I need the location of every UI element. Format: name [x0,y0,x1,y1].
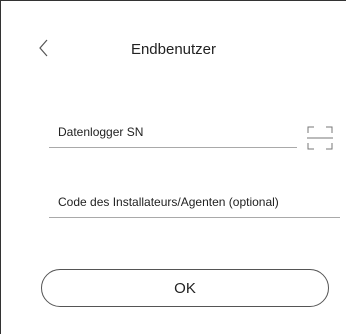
ok-button[interactable]: OK [41,269,329,307]
scan-icon [307,126,333,150]
scan-button[interactable] [306,125,334,151]
datalogger-sn-field[interactable]: Datenlogger SN [58,125,143,139]
installer-code-field[interactable]: Code des Installateurs/Agenten (optional… [58,195,279,209]
app-frame: Endbenutzer Datenlogger SN Code des Inst… [0,0,346,334]
datalogger-sn-underline [49,147,297,148]
page-title: Endbenutzer [130,41,217,58]
installer-code-underline [49,217,340,218]
